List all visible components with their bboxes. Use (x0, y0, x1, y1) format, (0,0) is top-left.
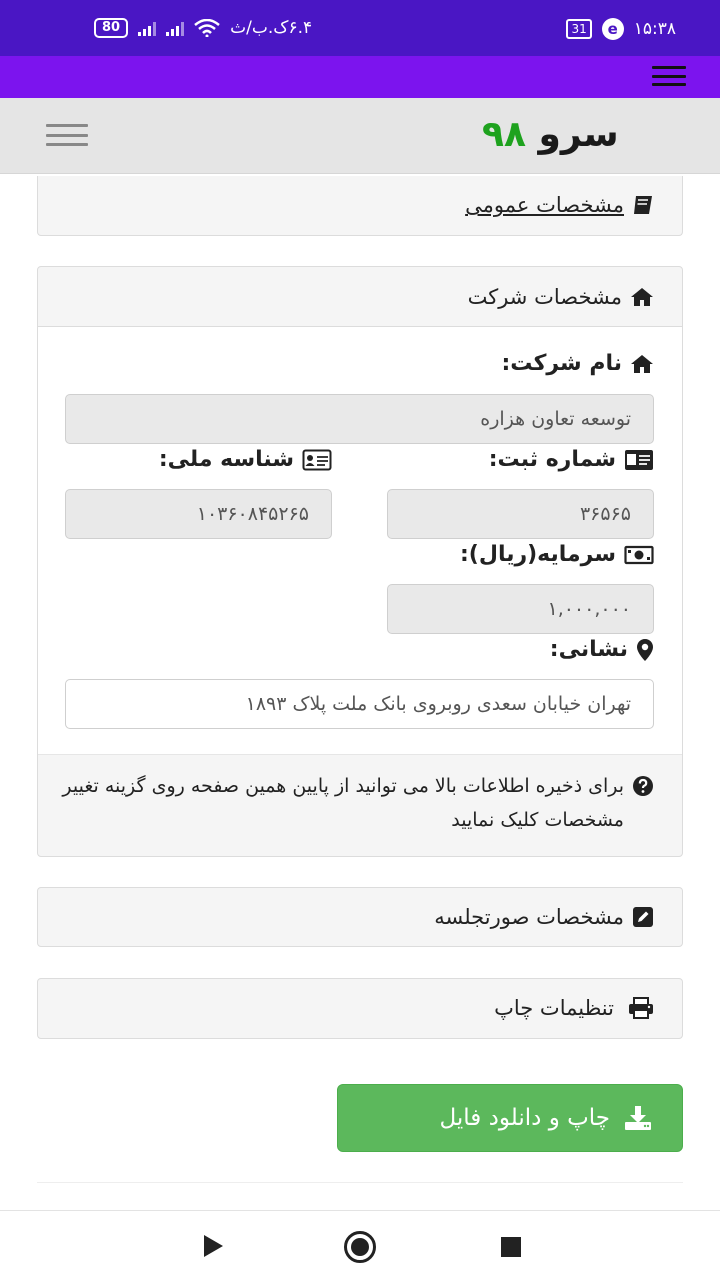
registration-number-label-text: شماره ثبت: (488, 447, 616, 472)
money-icon (624, 545, 654, 564)
national-id-label-text: شناسه ملی: (158, 447, 294, 472)
minutes-specs-header[interactable]: مشخصات صورتجلسه (38, 888, 682, 946)
address-field[interactable]: تهران خیابان سعدی روبروی بانک ملت پلاک ۱… (65, 679, 654, 729)
address-label-text: نشانی: (549, 637, 628, 662)
print-icon (629, 997, 653, 1019)
id-card-icon (625, 449, 653, 470)
general-specs-link[interactable]: مشخصات عمومی (465, 193, 624, 217)
battery-icon: 80 (94, 18, 129, 38)
capital-field[interactable]: ۱,۰۰۰,۰۰۰ (387, 584, 654, 634)
home-button-icon[interactable] (344, 1231, 376, 1263)
status-left: 80 ۶.۴ک.ب/ث (94, 18, 312, 38)
address-label: نشانی: (550, 637, 654, 662)
status-right: 31 e ۱۵:۳۸ (566, 18, 676, 40)
general-specs-header[interactable]: مشخصات عمومی (38, 176, 682, 234)
company-specs-header[interactable]: مشخصات شرکت (38, 267, 682, 327)
navigation-bar (0, 1210, 720, 1280)
app-toolbar (0, 56, 720, 98)
print-download-label: چاپ و دانلود فایل (439, 1105, 610, 1131)
calendar-icon: 31 (566, 19, 592, 39)
registration-number-field[interactable]: ۳۶۵۶۵ (387, 489, 654, 539)
book-icon (634, 196, 652, 214)
back-icon[interactable] (204, 1235, 223, 1257)
wifi-icon (194, 19, 220, 37)
app-e-icon: e (601, 18, 624, 40)
logo-word: سرو (538, 114, 619, 155)
national-id-field[interactable]: ۱۰۳۶۰۸۴۵۲۶۵ (65, 489, 332, 539)
company-name-label: نام شرکت: (501, 351, 654, 376)
home-icon (631, 354, 653, 373)
minutes-specs-title: مشخصات صورتجلسه (434, 905, 624, 929)
company-specs-title: مشخصات شرکت (467, 284, 622, 309)
print-settings-title: تنظیمات چاپ (494, 996, 614, 1020)
registration-number-label: شماره ثبت: (489, 447, 654, 472)
site-logo[interactable]: سرو ۹۸ (482, 114, 619, 155)
print-settings-header[interactable]: تنظیمات چاپ (38, 979, 682, 1037)
logo-number: ۹۸ (482, 114, 526, 155)
recent-apps-icon[interactable] (501, 1237, 521, 1257)
download-icon (625, 1106, 651, 1130)
question-circle-icon (633, 776, 653, 796)
general-specs-panel[interactable]: مشخصات عمومی (37, 176, 683, 236)
site-menu-icon[interactable] (46, 124, 88, 146)
network-speed: ۶.۴ک.ب/ث (230, 18, 313, 38)
clock: ۱۵:۳۸ (633, 19, 676, 39)
id-card-icon (302, 449, 332, 470)
map-marker-icon (637, 638, 653, 661)
signal-icon (138, 20, 157, 36)
company-name-label-text: نام شرکت: (501, 351, 622, 376)
national-id-label: شناسه ملی: (159, 447, 332, 472)
capital-label-text: سرمایه(ریال): (460, 542, 616, 567)
hamburger-icon[interactable] (652, 66, 686, 86)
minutes-specs-panel[interactable]: مشخصات صورتجلسه (37, 887, 683, 947)
status-bar: 80 ۶.۴ک.ب/ث 31 e ۱۵:۳۸ (0, 0, 720, 56)
print-download-button[interactable]: چاپ و دانلود فایل (337, 1084, 683, 1152)
print-settings-panel[interactable]: تنظیمات چاپ (37, 978, 683, 1039)
edit-icon (633, 907, 653, 927)
help-note: برای ذخیره اطلاعات بالا می توانید از پای… (38, 754, 682, 856)
company-specs-body: نام شرکت: توسعه تعاون هزاره شماره ثبت: ۳… (38, 327, 682, 754)
company-specs-panel: مشخصات شرکت نام شرکت: توسعه تعاون هزاره … (37, 266, 683, 857)
help-note-text: برای ذخیره اطلاعات بالا می توانید از پای… (62, 775, 624, 831)
divider (37, 1182, 683, 1183)
site-header: سرو ۹۸ (0, 98, 720, 174)
signal-icon-2 (166, 20, 185, 36)
company-name-field[interactable]: توسعه تعاون هزاره (65, 394, 654, 444)
home-icon (631, 287, 653, 306)
capital-label: سرمایه(ریال): (460, 542, 654, 567)
